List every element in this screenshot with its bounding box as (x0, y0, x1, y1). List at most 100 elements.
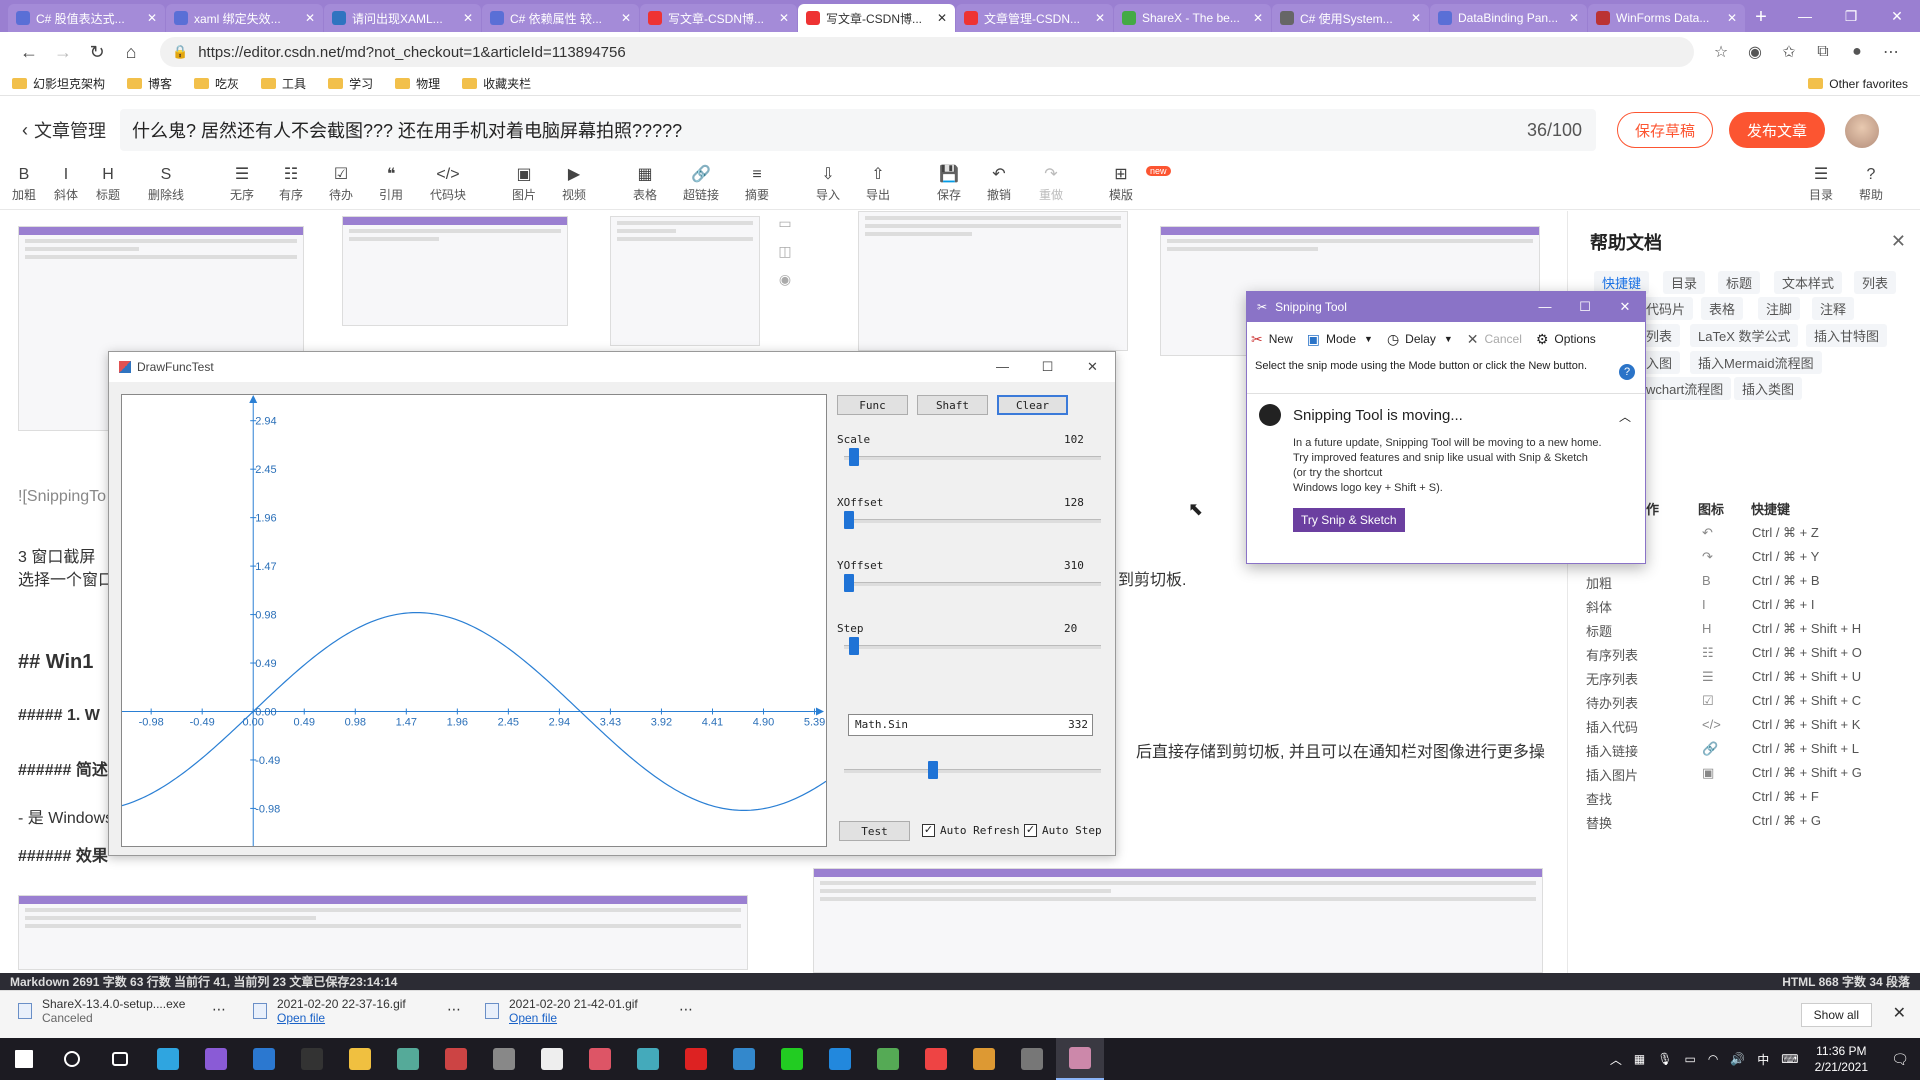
help-icon[interactable]: ? (1619, 364, 1635, 380)
ime-indicator[interactable]: 中 (1757, 1051, 1769, 1068)
clear-button[interactable]: Clear (997, 395, 1068, 415)
toolbar-button-代码块[interactable]: </> 代码块 (428, 164, 468, 203)
bookmark-folder[interactable]: 工具 (261, 75, 306, 92)
bookmark-folder[interactable]: 物理 (395, 75, 440, 92)
show-all-button[interactable]: Show all (1800, 1003, 1872, 1027)
layout-icon[interactable]: ▭ (770, 215, 800, 243)
task-view-icon[interactable] (96, 1038, 144, 1080)
toolbar-button-视频[interactable]: ▶ 视频 (554, 164, 594, 203)
forward-button[interactable]: → (46, 36, 80, 68)
wifi-icon[interactable]: ◠ (1708, 1052, 1718, 1066)
close-icon[interactable]: ✕ (779, 11, 789, 25)
toolbar-button-保存[interactable]: 💾 保存 (929, 164, 969, 203)
bookmark-folder[interactable]: 幻影坦克架构 (12, 75, 105, 92)
slider-thumb[interactable] (848, 637, 859, 655)
help-tag[interactable]: 代码片 (1638, 297, 1694, 320)
collections-icon[interactable]: ⧉ (1806, 36, 1840, 68)
battery-icon[interactable]: ▭ (1684, 1052, 1695, 1066)
toolbar-button-导入[interactable]: ⇩ 导入 (808, 164, 848, 203)
close-icon[interactable]: ✕ (621, 11, 631, 25)
download-item[interactable]: 2021-02-20 21-42-01.gif Open file ⋯ (485, 997, 693, 1025)
app-icon[interactable] (960, 1038, 1008, 1080)
slider-track[interactable] (844, 645, 1101, 649)
mode-button[interactable]: ▣ Mode ▼ (1307, 331, 1373, 348)
profile-avatar[interactable]: ● (1840, 36, 1874, 68)
open-file-link[interactable]: Open file (277, 1011, 406, 1025)
terminal-icon[interactable] (288, 1038, 336, 1080)
article-title-input[interactable]: 什么鬼? 居然还有人不会截图??? 还在用手机对着电脑屏幕拍照????? 36/… (120, 109, 1596, 151)
toolbar-button-重做[interactable]: ↷ 重做 (1031, 164, 1071, 203)
volume-icon[interactable]: 🔊 (1730, 1052, 1745, 1066)
toolbar-button-摘要[interactable]: ≡ 摘要 (737, 164, 777, 203)
bookmark-folder[interactable]: 吃灰 (194, 75, 239, 92)
new-snip-button[interactable]: ✂ New (1251, 331, 1293, 348)
reload-button[interactable]: ↻ (80, 36, 114, 68)
notification-icon[interactable]: 🗨 (1880, 1051, 1920, 1068)
toolbar-button-加粗[interactable]: B 加粗 (4, 164, 44, 203)
app-icon[interactable] (384, 1038, 432, 1080)
help-tag[interactable]: 目录 (1663, 271, 1706, 294)
try-snip-sketch-button[interactable]: Try Snip & Sketch (1293, 508, 1405, 532)
browser-tab[interactable]: WinForms Data... ✕ (1588, 4, 1745, 32)
expression-slider-track[interactable] (844, 769, 1101, 773)
app-icon[interactable] (1008, 1038, 1056, 1080)
chrome-icon[interactable] (912, 1038, 960, 1080)
browser-tab[interactable]: 写文章-CSDN博... ✕ (798, 4, 955, 32)
toolbar-button-删除线[interactable]: S 删除线 (146, 164, 186, 203)
app-icon[interactable] (480, 1038, 528, 1080)
app-icon[interactable] (864, 1038, 912, 1080)
slider-thumb[interactable] (844, 511, 854, 529)
bookmark-folder[interactable]: 博客 (127, 75, 172, 92)
snipping-tool-icon[interactable] (1056, 1038, 1104, 1080)
add-favorite-icon[interactable]: ☆ (1704, 36, 1738, 68)
download-item[interactable]: 2021-02-20 22-37-16.gif Open file ⋯ (253, 997, 461, 1025)
help-tag[interactable]: 注释 (1812, 297, 1855, 320)
options-button[interactable]: ⚙ Options (1536, 331, 1596, 348)
help-tag[interactable]: 插入Mermaid流程图 (1690, 351, 1822, 374)
edge-icon[interactable] (144, 1038, 192, 1080)
window-titlebar[interactable]: DrawFuncTest — ☐ ✕ (109, 352, 1115, 382)
extension-icon[interactable]: ◉ (1738, 36, 1772, 68)
browser-tab[interactable]: xaml 绑定失效... ✕ (166, 4, 323, 32)
expression-input[interactable]: Math.Sin 332 (848, 714, 1093, 736)
microphone-icon[interactable]: 🎙 (1657, 1052, 1672, 1066)
split-view-icon[interactable]: ◫ (770, 243, 800, 271)
clock[interactable]: 11:36 PM 2/21/2021 (1815, 1043, 1868, 1075)
auto-step-checkbox[interactable]: ✓ (1024, 824, 1037, 837)
toolbar-button-帮助[interactable]: ? 帮助 (1851, 164, 1891, 203)
minimize-button[interactable]: — (1525, 299, 1565, 315)
more-menu-icon[interactable]: ⋯ (1874, 36, 1908, 68)
app-icon[interactable] (624, 1038, 672, 1080)
toolbar-button-引用[interactable]: ❝ 引用 (371, 164, 411, 203)
url-field[interactable]: 🔒 https://editor.csdn.net/md?not_checkou… (160, 37, 1694, 67)
favorites-icon[interactable]: ✩ (1772, 36, 1806, 68)
browser-tab[interactable]: DataBinding Pan... ✕ (1430, 4, 1587, 32)
toolbar-button-模版[interactable]: ⊞ 模版 (1101, 164, 1141, 203)
save-draft-button[interactable]: 保存草稿 (1617, 112, 1713, 148)
toolbar-button-超链接[interactable]: 🔗 超链接 (681, 164, 721, 203)
toolbar-button-导出[interactable]: ⇧ 导出 (858, 164, 898, 203)
close-button[interactable]: ✕ (1070, 359, 1115, 375)
shaft-button[interactable]: Shaft (917, 395, 988, 415)
auto-refresh-checkbox[interactable]: ✓ (922, 824, 935, 837)
wechat-icon[interactable] (768, 1038, 816, 1080)
slider-track[interactable] (844, 519, 1101, 523)
help-tag[interactable]: 列表 (1854, 271, 1897, 294)
help-tag[interactable]: 插入甘特图 (1806, 324, 1888, 347)
close-button[interactable]: ✕ (1874, 0, 1920, 32)
toolbar-button-有序[interactable]: ☷ 有序 (271, 164, 311, 203)
toolbar-button-标题[interactable]: H 标题 (88, 164, 128, 203)
close-icon[interactable]: ✕ (1253, 11, 1263, 25)
close-icon[interactable]: ✕ (1893, 1003, 1906, 1023)
delay-button[interactable]: ◷ Delay ▼ (1387, 331, 1453, 348)
toolbar-button-图片[interactable]: ▣ 图片 (504, 164, 544, 203)
help-tag[interactable]: 注脚 (1758, 297, 1801, 320)
test-button[interactable]: Test (839, 821, 910, 841)
browser-tab[interactable]: C# 使用System... ✕ (1272, 4, 1429, 32)
new-tab-button[interactable]: + (1746, 4, 1776, 32)
browser-tab[interactable]: ShareX - The be... ✕ (1114, 4, 1271, 32)
more-options-icon[interactable]: ⋯ (212, 1001, 226, 1018)
visual-studio-icon[interactable] (192, 1038, 240, 1080)
other-favorites[interactable]: Other favorites (1808, 77, 1908, 91)
bookmark-folder[interactable]: 学习 (328, 75, 373, 92)
